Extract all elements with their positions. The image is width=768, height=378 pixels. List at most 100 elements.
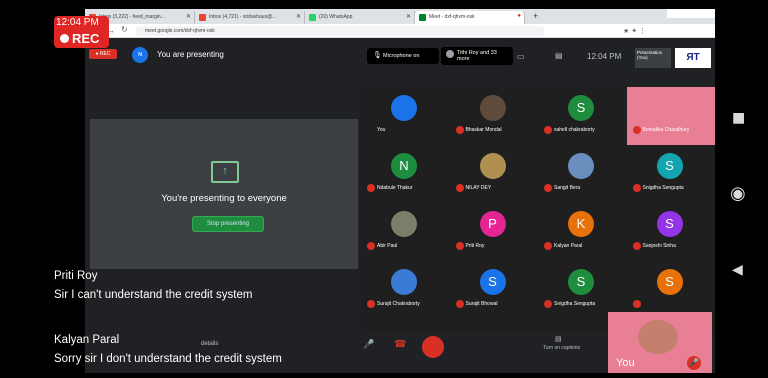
channel-logo: ЯT xyxy=(675,48,711,68)
new-tab-plus-icon[interactable]: + xyxy=(533,11,538,21)
caption-text-2: Sorry sir I don't understand the credit … xyxy=(54,353,282,365)
tab-meet[interactable]: Meet - dxf-qhvm-osk ● xyxy=(415,11,525,24)
participant-avatar: N xyxy=(391,153,417,179)
extensions-icon[interactable]: ★ ✦ ⋮ xyxy=(623,27,646,35)
participant-avatar xyxy=(479,95,506,121)
participant-name: Bornalika Chaudhury xyxy=(642,127,690,133)
participant-name: Sanjoshi Sinha xyxy=(642,243,676,249)
participant-tile[interactable]: Bhaskar Mondal xyxy=(449,87,538,145)
participant-name: Surajit Chakraborty xyxy=(377,301,420,307)
recording-dot-icon: ● xyxy=(517,13,521,19)
close-icon[interactable]: ✕ xyxy=(296,13,301,20)
participant-tile[interactable]: S Snigdha Sengupta xyxy=(538,261,626,319)
captions-icon[interactable]: ▤ xyxy=(555,335,562,343)
participant-avatar: S xyxy=(568,95,594,121)
participant-name: Surajit Bhowal xyxy=(465,301,498,307)
participant-tile[interactable]: Sangit Bera xyxy=(538,145,626,203)
mic-muted-icon xyxy=(455,126,464,134)
presenting-banner: You are presenting xyxy=(157,50,224,59)
presenter-avatar: ɴ xyxy=(132,47,148,63)
participant-tile[interactable]: S Sanjoshi Sinha xyxy=(626,203,715,261)
reload-icon[interactable]: ↻ xyxy=(121,25,128,34)
participant-avatar: S xyxy=(656,269,683,295)
mic-off-icon: 🎤 xyxy=(687,356,701,370)
whatsapp-icon xyxy=(309,14,316,21)
participant-name: NILAY DEY xyxy=(465,185,492,191)
caption-speaker-2: Kalyan Paral xyxy=(54,334,120,346)
self-view-video: You 🎤 xyxy=(608,312,712,373)
participant-grid: You Bhaskar Mondal Ssahell chakraborty Born… xyxy=(361,87,715,332)
mic-muted-icon xyxy=(367,300,375,308)
tab-label: Meet - dxf-qhvm-osk xyxy=(429,14,475,20)
participant-avatar: K xyxy=(568,211,594,237)
self-label: You xyxy=(616,357,635,369)
participant-tile[interactable]: S Snigdha Sengupta xyxy=(626,145,715,203)
participant-tile[interactable]: S xyxy=(626,261,715,319)
gmail-icon xyxy=(199,14,206,21)
close-icon[interactable]: ✕ xyxy=(406,13,411,20)
participant-tile[interactable]: S Surajit Bhowal xyxy=(449,261,538,319)
mic-muted-icon xyxy=(455,242,464,250)
mic-muted-icon xyxy=(632,242,641,250)
participant-tile[interactable]: Bornalika Chaudhury xyxy=(626,87,715,145)
mic-muted-icon xyxy=(632,300,641,308)
participant-avatar: S xyxy=(656,211,683,237)
meeting-details-link[interactable]: details xyxy=(201,341,218,347)
participant-avatar xyxy=(391,95,417,121)
participant-name: Kalyan Paral xyxy=(554,243,583,249)
participant-tile[interactable]: N Ndabule Thakur xyxy=(361,145,449,203)
participant-avatar xyxy=(568,153,594,179)
back-triangle-icon[interactable]: ◀ xyxy=(732,262,743,278)
microphone-chip[interactable]: 🎙 Microphone on xyxy=(367,48,439,64)
overview-square-icon[interactable]: ■ xyxy=(732,110,745,126)
participant-name: Sangit Bera xyxy=(554,185,581,191)
caption-speaker-1: Priti Roy xyxy=(54,270,98,282)
presenting-message: You're presenting to everyone xyxy=(161,193,287,204)
participant-avatar: S xyxy=(656,153,683,179)
participant-tile[interactable]: Ssahell chakraborty xyxy=(538,87,626,145)
hang-up-icon[interactable]: ☎ xyxy=(394,339,406,350)
mic-muted-icon xyxy=(544,242,552,250)
window-controls xyxy=(667,9,715,18)
home-circle-icon[interactable]: ◉ xyxy=(730,183,746,204)
url-input[interactable]: meet.google.com/dxf-qhvm-osk xyxy=(135,26,545,36)
participant-name: Priti Roy xyxy=(465,243,485,249)
chat-icon[interactable]: ▤ xyxy=(555,51,563,60)
participant-avatar: S xyxy=(568,269,594,295)
mic-icon[interactable]: 🎤 xyxy=(363,339,374,350)
participant-avatar: S xyxy=(479,269,506,295)
participant-name: You xyxy=(377,127,386,133)
close-icon[interactable]: ✕ xyxy=(186,13,191,20)
meet-top-bar: ● REC ɴ You are presenting 🎙 Microphone … xyxy=(85,38,715,68)
mic-muted-icon xyxy=(544,126,552,134)
rec-label: REC xyxy=(60,31,99,46)
participant-tile[interactable]: You xyxy=(361,87,449,145)
screen-share-icon[interactable]: ▭ xyxy=(517,52,525,61)
screen-recorder-overlay[interactable]: 12:04 PM REC xyxy=(54,16,109,48)
participant-avatar xyxy=(391,269,417,295)
stop-presenting-button[interactable]: Stop presenting xyxy=(192,216,264,232)
camera-off-button[interactable] xyxy=(422,336,444,358)
self-face xyxy=(638,320,678,354)
participant-avatar xyxy=(391,211,417,237)
meet-icon xyxy=(419,14,426,21)
presentation-chip[interactable]: Presentation (You) xyxy=(635,48,671,68)
tab-whatsapp[interactable]: (20) WhatsApp ✕ xyxy=(305,11,415,24)
participant-tile[interactable]: Abir Paul xyxy=(361,203,449,261)
participant-tile[interactable]: Surajit Chakraborty xyxy=(361,261,449,319)
participant-tile[interactable]: NILAY DEY xyxy=(449,145,538,203)
participant-name: Snigdha Sengupta xyxy=(554,301,596,307)
screen: Inbox (3,222) - feed_margin... ✕ Inbox (4… xyxy=(85,9,715,373)
mic-muted-icon xyxy=(455,300,464,308)
participant-tile[interactable]: P Priti Roy xyxy=(449,203,538,261)
rec-badge: ● REC xyxy=(89,49,117,59)
participant-tile[interactable]: K Kalyan Paral xyxy=(538,203,626,261)
presenting-panel: ↑ You're presenting to everyone Stop pre… xyxy=(90,119,358,269)
tab-gmail-2[interactable]: Inbox (4,721) - sridavhaus@... ✕ xyxy=(195,11,305,24)
tab-label: (20) WhatsApp xyxy=(319,14,353,20)
people-chip[interactable]: Tithi Roy and 33 more xyxy=(441,47,513,65)
recording-time: 12:04 PM xyxy=(56,17,99,28)
participant-name: Ndabule Thakur xyxy=(377,185,413,191)
caption-text-1: Sir I can't understand the credit system xyxy=(54,289,253,301)
record-dot-icon xyxy=(60,34,69,43)
